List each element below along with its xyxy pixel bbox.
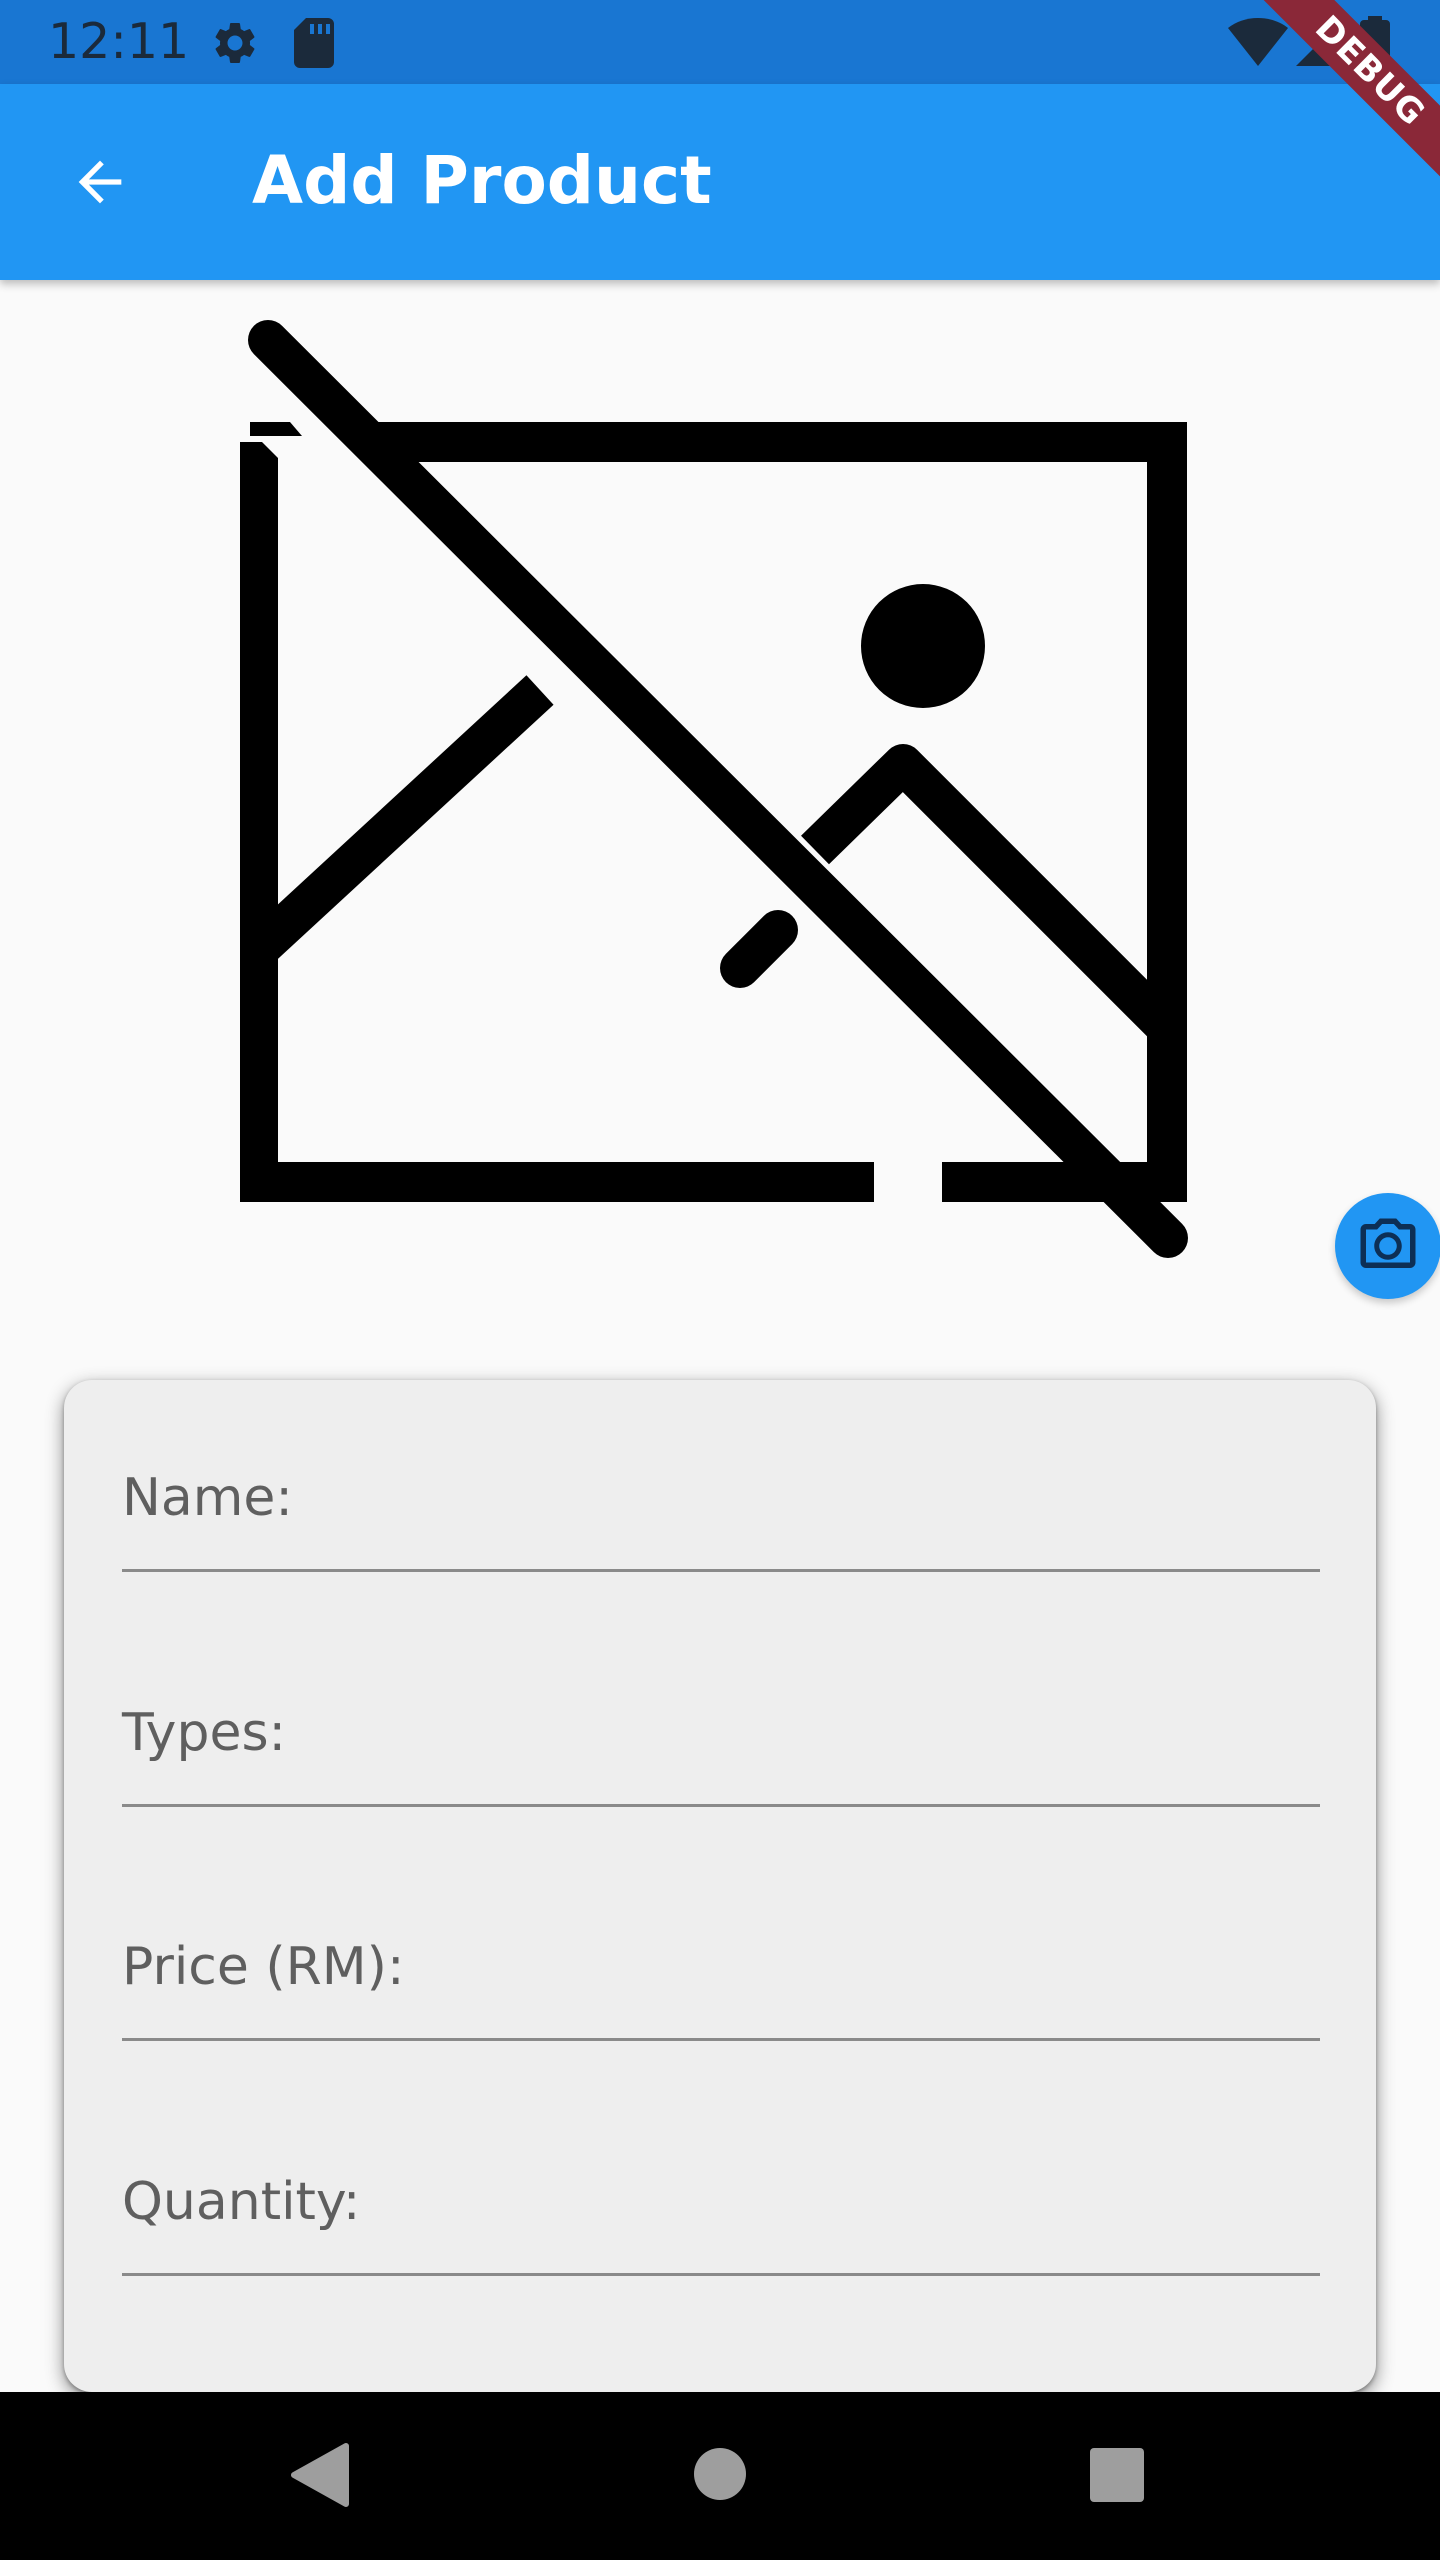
sd-card-icon (294, 18, 334, 68)
types-input[interactable] (122, 1677, 1320, 1804)
price-input[interactable] (122, 1911, 1320, 2038)
system-nav-bar (0, 2392, 1440, 2560)
product-form-card: Name: Types: Price (RM): Quantity: (64, 1380, 1376, 2392)
signal-icon (1296, 18, 1344, 66)
battery-icon (1360, 16, 1390, 68)
app-bar: Add Product (0, 84, 1440, 280)
page-title: Add Product (252, 142, 712, 219)
types-field[interactable]: Types: (122, 1677, 1320, 1807)
camera-button[interactable] (1335, 1193, 1440, 1299)
price-field[interactable]: Price (RM): (122, 1911, 1320, 2041)
add-product-screen: 12:11 Add Product DEBUG Name: Types: Pri… (0, 0, 1440, 2560)
status-time: 12:11 (48, 13, 190, 70)
quantity-input[interactable] (122, 2146, 1320, 2273)
quantity-field[interactable]: Quantity: (122, 2146, 1320, 2276)
status-bar: 12:11 (0, 0, 1440, 84)
name-input[interactable] (122, 1442, 1320, 1569)
wifi-icon (1228, 18, 1288, 66)
nav-home-icon[interactable] (694, 2448, 746, 2500)
back-button[interactable] (50, 132, 150, 232)
nav-back-icon[interactable] (290, 2442, 350, 2508)
camera-icon (1360, 1218, 1416, 1268)
image-not-supported-icon (240, 320, 1188, 1258)
gear-icon (215, 22, 255, 63)
arrow-back-icon (78, 160, 122, 204)
name-field[interactable]: Name: (122, 1442, 1320, 1572)
nav-recents-icon[interactable] (1090, 2448, 1144, 2502)
